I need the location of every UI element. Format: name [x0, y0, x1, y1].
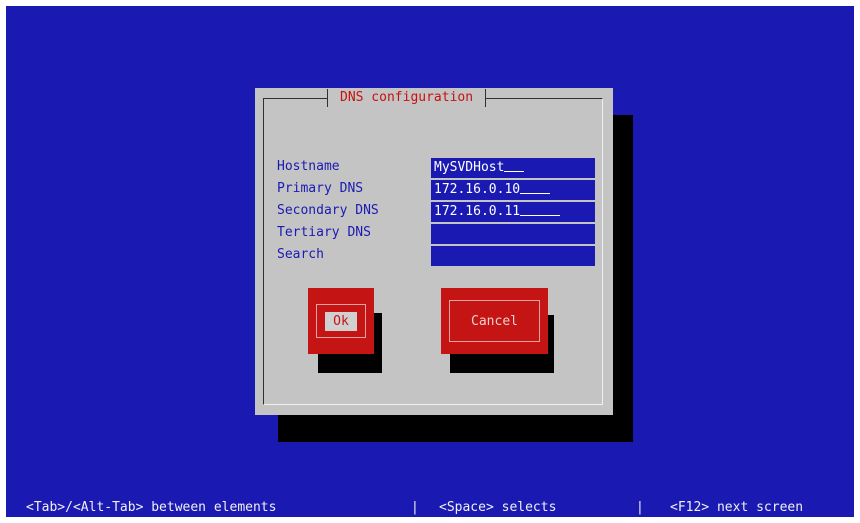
next-screen-hint: <F12> next screen — [670, 500, 804, 515]
secondary-dns-label: Secondary DNS — [277, 203, 379, 218]
nav-hint: <Tab>/<Alt-Tab> between elements — [26, 500, 277, 515]
status-separator-2: | — [636, 500, 644, 515]
hostname-value: MySVDHost — [434, 160, 505, 175]
primary-dns-value: 172.16.0.10 — [434, 182, 521, 197]
ok-button-face: Ok — [316, 304, 366, 338]
dialog-title: DNS configuration — [327, 89, 487, 107]
select-hint: <Space> selects — [439, 500, 557, 515]
hostname-cursor-underline — [504, 158, 525, 172]
search-label: Search — [277, 247, 324, 262]
ok-button[interactable]: Ok — [308, 288, 374, 354]
tertiary-dns-label: Tertiary DNS — [277, 225, 371, 240]
secondary-dns-field[interactable]: 172.16.0.11 — [431, 202, 595, 222]
status-bar: <Tab>/<Alt-Tab> between elements | <Spac… — [6, 499, 854, 517]
cancel-button-face: Cancel — [449, 300, 540, 342]
ok-button-label: Ok — [325, 311, 357, 331]
primary-dns-label: Primary DNS — [277, 181, 364, 196]
status-separator-1: | — [411, 500, 419, 515]
hostname-field[interactable]: MySVDHost — [431, 158, 595, 178]
cancel-button[interactable]: Cancel — [441, 288, 548, 354]
tertiary-dns-field[interactable] — [431, 224, 595, 244]
hostname-label: Hostname — [277, 159, 340, 174]
primary-dns-field[interactable]: 172.16.0.10 — [431, 180, 595, 200]
search-field[interactable] — [431, 246, 595, 266]
dns-configuration-dialog: DNS configuration Hostname MySVDHost Pri… — [255, 88, 613, 415]
cancel-button-label: Cancel — [471, 313, 518, 329]
secondary-dns-value: 172.16.0.11 — [434, 204, 521, 219]
secondary-dns-cursor-underline — [520, 202, 561, 216]
terminal-screen: DNS configuration Hostname MySVDHost Pri… — [6, 6, 854, 517]
primary-dns-cursor-underline — [520, 180, 551, 194]
